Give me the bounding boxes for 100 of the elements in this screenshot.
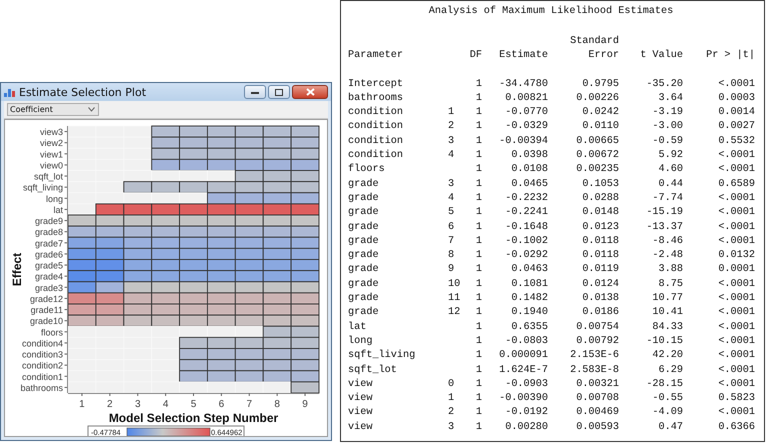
table-cell-text: <.0001 xyxy=(717,206,755,220)
table-cell-text: -2.48 xyxy=(651,249,683,264)
table-cell-text: 0.44 xyxy=(658,178,683,192)
table-cell-text: <.0001 xyxy=(717,364,755,378)
table-cell-text: 0.9795 xyxy=(581,78,619,92)
column-header: Pr > |t| xyxy=(706,49,755,64)
table-cell-text: 10.77 xyxy=(651,292,683,306)
effect-label: floors xyxy=(40,327,63,338)
table-cell-text: 1 xyxy=(474,78,482,92)
table-cell-text: 0.0027 xyxy=(717,120,755,134)
effect-label: grade5 xyxy=(34,260,63,271)
table-cell-text: 1 xyxy=(474,163,482,178)
table-cell-text: 0.0110 xyxy=(581,120,619,134)
table-title: Analysis of Maximum Likelihood Estimates xyxy=(428,5,674,19)
table-cell-text: 1 xyxy=(474,263,482,278)
table-cell-text: 0.00708 xyxy=(575,392,619,406)
effect-label: grade10 xyxy=(30,316,63,326)
effect-label: grade11 xyxy=(30,305,63,316)
table-cell-text: -0.00394 xyxy=(498,134,548,149)
table-cell-text: <.0001 xyxy=(717,78,755,92)
table-cell-text: -35.20 xyxy=(645,78,683,92)
step-tick-label: 6 xyxy=(218,399,224,410)
table-cell-text: <.0001 xyxy=(717,349,755,364)
table-cell-text: 1 xyxy=(474,120,482,134)
table-cell-text: condition xyxy=(348,106,404,120)
table-cell-text: 1 xyxy=(474,420,482,435)
maximize-button[interactable] xyxy=(268,85,290,99)
table-cell-text: <.0001 xyxy=(717,306,755,320)
table-cell-text: 0.00321 xyxy=(575,378,619,392)
table-cell-text: 1 xyxy=(474,220,482,235)
effect-label: view1 xyxy=(40,149,63,160)
effect-label: view2 xyxy=(40,138,63,148)
table-cell-text: 0.0001 xyxy=(717,263,755,278)
table-cell-text: 8 xyxy=(448,249,456,264)
table-cell-text: 1 xyxy=(474,192,482,206)
table-cell-text: 1 xyxy=(474,292,482,306)
table-cell-text: 0.00280 xyxy=(504,420,548,435)
table-cell-text: 2.583E-8 xyxy=(569,364,619,378)
table-cell-text: 0.0014 xyxy=(717,106,755,120)
table-cell-text: condition xyxy=(348,134,404,149)
close-button[interactable] xyxy=(292,85,328,99)
table-cell-text: -13.37 xyxy=(645,220,683,235)
table-cell-text: 0.1053 xyxy=(581,178,619,192)
table-cell-text: 0.0148 xyxy=(581,206,619,220)
table-cell-text: grade xyxy=(348,234,380,249)
table-cell-text: -4.09 xyxy=(651,406,683,420)
close-icon xyxy=(306,88,314,96)
table-cell-text: -8.46 xyxy=(651,234,683,249)
table-cell-text: -3.19 xyxy=(651,106,683,120)
table-cell-text: 1 xyxy=(474,334,482,349)
column-header: DF xyxy=(470,49,482,64)
table-cell-text: 0.0118 xyxy=(581,249,619,264)
table-cell-text: 0.6589 xyxy=(717,178,755,192)
table-cell-text: grade xyxy=(348,278,380,292)
maximize-icon xyxy=(275,88,283,96)
effect-label: grade8 xyxy=(34,227,63,238)
table-cell-text: -0.00390 xyxy=(498,392,548,406)
table-cell-text: 0.0119 xyxy=(581,263,619,278)
table-cell-text: <.0001 xyxy=(717,163,755,178)
table-cell-text: 0.00469 xyxy=(575,406,619,420)
table-cell-text: 1 xyxy=(448,392,456,406)
table-cell-text: 6 xyxy=(448,220,456,235)
table-cell-text: 11 xyxy=(448,292,462,306)
table-cell-text: 1 xyxy=(474,378,482,392)
table-cell-text: 2.153E-6 xyxy=(569,349,619,364)
step-tick-label: 3 xyxy=(134,399,140,410)
table-cell-text: 0.0288 xyxy=(581,192,619,206)
minimize-button[interactable] xyxy=(244,85,266,99)
table-cell-text: 8.75 xyxy=(658,278,683,292)
table-cell-text: 1 xyxy=(474,349,482,364)
table-cell-text: 9 xyxy=(448,263,456,278)
table-cell-text: 5.92 xyxy=(658,149,683,164)
table-cell-text: 7 xyxy=(448,234,456,249)
table-cell-text: <.0001 xyxy=(717,149,755,164)
table-cell-text: 0.0398 xyxy=(510,149,548,164)
effect-label: view3 xyxy=(40,127,63,138)
table-cell-text: 1 xyxy=(474,92,482,106)
column-header: Error xyxy=(588,49,619,64)
table-cell-text: grade xyxy=(348,220,380,235)
step-tick-label: 8 xyxy=(274,399,280,410)
table-cell-text: -0.0192 xyxy=(504,406,548,420)
table-cell-text: -0.1648 xyxy=(504,220,548,235)
table-cell-text: long xyxy=(348,334,374,349)
table-cell-text: 2 xyxy=(448,120,456,134)
effect-label: lat xyxy=(53,204,63,215)
table-cell-text: 5 xyxy=(448,206,456,220)
step-tick-label: 9 xyxy=(302,399,308,410)
table-cell-text: -10.15 xyxy=(645,334,683,349)
table-cell-text: condition xyxy=(348,149,404,164)
column-header: Standard xyxy=(570,35,619,49)
table-cell-text: 1 xyxy=(474,106,482,120)
step-tick-label: 7 xyxy=(246,399,252,410)
effect-label: condition1 xyxy=(22,372,63,382)
statistic-dropdown[interactable]: Coefficient xyxy=(7,103,99,116)
effect-label: grade7 xyxy=(34,238,63,248)
table-cell-text: <.0001 xyxy=(717,234,755,249)
column-header: Estimate xyxy=(499,49,548,64)
step-tick-label: 2 xyxy=(107,399,113,410)
table-cell-text: -0.55 xyxy=(651,392,683,406)
table-cell-text: 0.0123 xyxy=(581,220,619,235)
